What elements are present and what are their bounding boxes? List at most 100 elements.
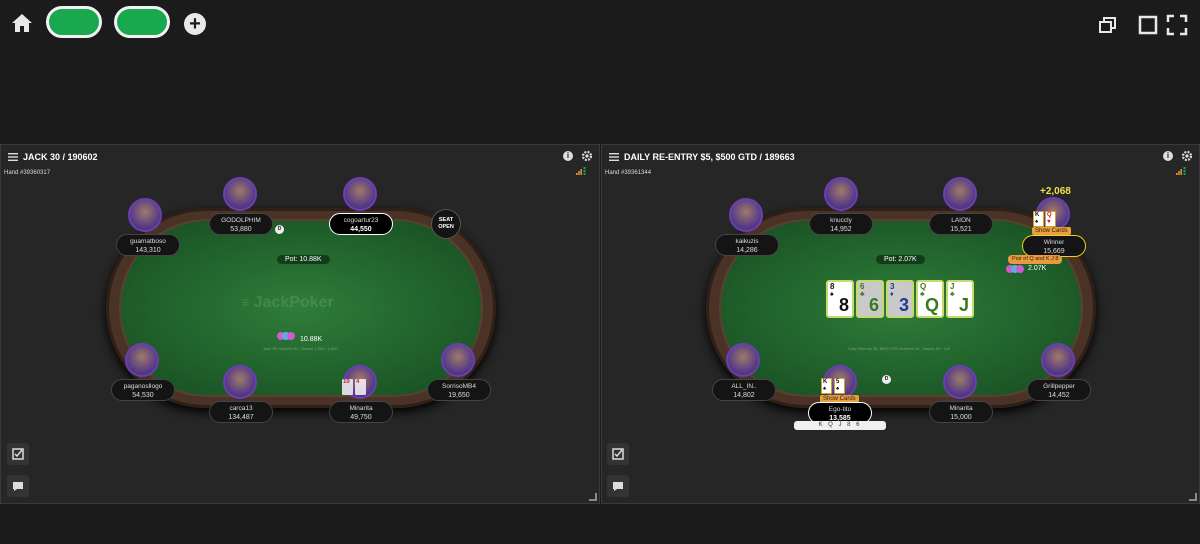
player-name: kaikuzis [735, 238, 759, 245]
player-stack: 54,530 [132, 392, 154, 399]
hand-number: Hand #39360317 [4, 170, 51, 176]
board-card: J ♣ J [946, 280, 974, 318]
player-seat-laion[interactable]: LAION 15,521 [929, 213, 993, 235]
winner-hole-card: K ♠ [1033, 211, 1044, 227]
card-rank: K [823, 379, 828, 385]
chat-button[interactable] [7, 475, 29, 497]
card-suit-icon: ♦ [890, 291, 894, 298]
board-card: 8 ♠ 8 [826, 280, 854, 318]
player-seat-all-in[interactable]: ALL_IN.. 14,802 [712, 379, 776, 401]
player-stack: 143,310 [135, 247, 161, 254]
player-avatar[interactable] [1041, 343, 1075, 377]
checkbox-notes-button[interactable] [607, 443, 629, 465]
player-avatar[interactable] [128, 198, 162, 232]
card-rank: J [950, 282, 955, 291]
chat-icon [613, 482, 623, 491]
player-seat-minarita[interactable]: Minarita 49,750 [329, 401, 393, 423]
player-name: paganosllogo [123, 383, 163, 390]
table-tab-1[interactable] [46, 6, 102, 38]
fullscreen-icon[interactable] [1166, 14, 1188, 36]
player-avatar[interactable] [223, 365, 257, 399]
pot-chip-amount: 10.88K [300, 336, 323, 343]
logo-text: JackPoker [253, 294, 334, 311]
menu-icon[interactable] [609, 153, 619, 161]
player-stack: 44,550 [350, 226, 372, 233]
board-card: 6 ♣ 6 [856, 280, 884, 318]
card-suit-icon: ♠ [830, 291, 834, 298]
info-icon[interactable]: i [1163, 151, 1173, 161]
player-stack: 53,880 [230, 226, 252, 233]
chip-stack-icon [277, 332, 295, 340]
player-stack: 15,000 [950, 414, 972, 421]
resize-handle[interactable] [1189, 493, 1197, 501]
gear-icon[interactable] [1181, 150, 1193, 162]
player-stack: 14,952 [830, 226, 852, 233]
cascade-windows-icon[interactable] [1097, 14, 1119, 36]
signal-icon [1176, 167, 1186, 175]
spade-icon: ♠ [1035, 219, 1039, 225]
board-card: Q ♣ Q [916, 280, 944, 318]
spade-icon: ♠ [823, 386, 827, 392]
chip-stack-icon [1006, 265, 1024, 273]
winner-label: Winner [1043, 239, 1065, 246]
card-rank-large: 3 [898, 295, 909, 315]
add-table-button[interactable]: + [184, 13, 206, 35]
hole-card: 4 [355, 379, 366, 395]
chat-icon [13, 482, 23, 491]
player-stack: 14,802 [733, 392, 755, 399]
plus-icon: + [189, 13, 201, 35]
chat-button[interactable] [607, 475, 629, 497]
hand-number: Hand #39361344 [605, 170, 652, 176]
hero-hole-card: 5 ♠ [834, 378, 845, 394]
player-seat-paganosllogo[interactable]: paganosllogo 54,530 [111, 379, 175, 401]
player-seat-guamatboso[interactable]: guamatboso 143,310 [116, 234, 180, 256]
player-seat-minarita[interactable]: Minarita 15,000 [929, 401, 993, 423]
resize-handle[interactable] [589, 493, 597, 501]
tile-window-icon[interactable] [1137, 14, 1159, 36]
player-avatar[interactable] [943, 365, 977, 399]
top-bar: + [0, 0, 1200, 50]
player-seat-carca13[interactable]: carca13 134,487 [209, 401, 273, 423]
player-seat-knuccly[interactable]: knuccly 14,952 [809, 213, 873, 235]
player-avatar[interactable] [125, 343, 159, 377]
info-icon[interactable]: i [563, 151, 573, 161]
player-seat-cogoartur23[interactable]: cogoartur23 44,550 [329, 213, 393, 235]
player-seat-winner[interactable]: Winner 15,669 [1022, 235, 1086, 257]
player-avatar[interactable] [343, 177, 377, 211]
player-avatar[interactable] [729, 198, 763, 232]
player-name: Minarita [349, 405, 373, 412]
player-avatar[interactable] [726, 343, 760, 377]
gear-icon[interactable] [581, 150, 593, 162]
menu-icon[interactable] [8, 153, 18, 161]
player-seat-kaikuzis[interactable]: kaikuzis 14,286 [715, 234, 779, 256]
hand-cards-label: K Q J 8 6 [794, 421, 886, 430]
player-name: knuccly [830, 217, 852, 224]
card-suit-icon: ♣ [860, 291, 865, 298]
table-info-text: Jack 30 Hold'em NL, Stakes 1,300 / 2,600 [263, 346, 338, 351]
player-name: carca13 [229, 405, 253, 412]
seat-open-button[interactable]: SEAT OPEN [431, 209, 461, 239]
player-avatar[interactable] [824, 177, 858, 211]
player-avatar[interactable] [441, 343, 475, 377]
table-tab-2[interactable] [114, 6, 170, 38]
player-seat-godolphim[interactable]: GODOLPHIM 53,880 [209, 213, 273, 235]
player-seat-grillpepper[interactable]: Grillpepper 14,452 [1027, 379, 1091, 401]
winning-hand-description: Pair of Q and K J 8 [1008, 255, 1063, 264]
table-title: DAILY RE-ENTRY $5, $500 GTD / 189663 [624, 152, 795, 162]
player-avatar[interactable] [223, 177, 257, 211]
player-avatar[interactable] [943, 177, 977, 211]
card-rank-large: 6 [868, 295, 879, 315]
winner-hole-card: Q ♥ [1045, 211, 1056, 227]
player-name: GODOLPHIM [221, 217, 261, 224]
player-seat-sorrisomb4[interactable]: SorrisoMB4 19,650 [427, 379, 491, 401]
jackpoker-logo: ≡ JackPoker [241, 294, 334, 312]
player-stack: 15,521 [950, 226, 972, 233]
show-cards-button[interactable]: Show Cards [1032, 227, 1071, 235]
player-stack: 49,750 [350, 414, 372, 421]
card-rank: Q [920, 282, 927, 291]
signal-icon [576, 167, 586, 175]
card-rank: K [1035, 212, 1040, 218]
checkbox-notes-button[interactable] [7, 443, 29, 465]
home-icon[interactable] [11, 12, 33, 34]
dealer-button: D [275, 225, 284, 234]
